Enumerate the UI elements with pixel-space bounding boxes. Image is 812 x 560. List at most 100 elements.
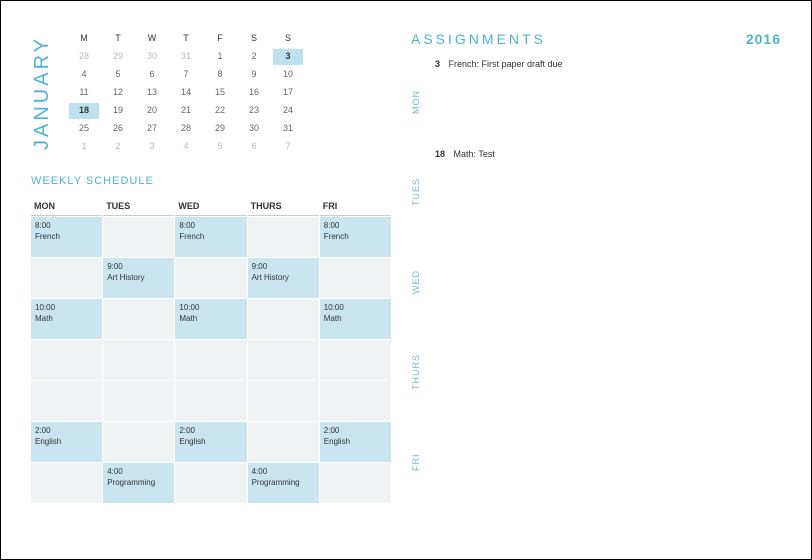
- assignments-year: 2016: [746, 31, 781, 47]
- schedule-cell: [248, 299, 319, 339]
- calendar-date-cell: 29: [103, 49, 133, 65]
- schedule-cell: 2:00English: [320, 422, 391, 462]
- calendar-date-cell: 31: [171, 49, 201, 65]
- schedule-cell: [103, 381, 174, 421]
- schedule-cell: [320, 258, 391, 298]
- calendar-date-cell: 23: [239, 103, 269, 119]
- planner-page: JANUARY MTWTFSS2829303112345678910111213…: [0, 0, 812, 560]
- calendar-date-cell: 27: [137, 121, 167, 137]
- schedule-day-header: TUES: [103, 197, 174, 216]
- right-column: ASSIGNMENTS 2016 MON3 French: First pape…: [411, 31, 781, 539]
- calendar-date-cell: 22: [205, 103, 235, 119]
- schedule-cell: 10:00Math: [320, 299, 391, 339]
- calendar-day-header: S: [273, 31, 303, 47]
- calendar-date-cell: 28: [171, 121, 201, 137]
- calendar-date-cell: 21: [171, 103, 201, 119]
- schedule-cell: [31, 258, 102, 298]
- schedule-cell: 9:00Art History: [248, 258, 319, 298]
- calendar-date-cell: 13: [137, 85, 167, 101]
- calendar-date-cell: 4: [171, 139, 201, 155]
- assignment-day-label: THURS: [411, 327, 429, 417]
- schedule-cell: [31, 463, 102, 503]
- calendar-date-cell: 15: [205, 85, 235, 101]
- schedule-cell: 2:00English: [175, 422, 246, 462]
- calendar-date-cell: 9: [239, 67, 269, 83]
- calendar-date-cell: 4: [69, 67, 99, 83]
- assignment-day-row: THURS: [411, 327, 781, 417]
- assignment-day-row: TUES18 Math: Test: [411, 147, 781, 237]
- assignments-header: ASSIGNMENTS 2016: [411, 31, 781, 47]
- schedule-cell: [320, 463, 391, 503]
- calendar-grid: MTWTFSS282930311234567891011121314151617…: [69, 31, 303, 155]
- schedule-cell: [248, 381, 319, 421]
- calendar-date-cell: 1: [69, 139, 99, 155]
- schedule-cell: [31, 381, 102, 421]
- schedule-cell: [248, 340, 319, 380]
- calendar-date-cell: 5: [205, 139, 235, 155]
- schedule-cell: [175, 381, 246, 421]
- schedule-cell: [320, 381, 391, 421]
- schedule-cell: [31, 340, 102, 380]
- calendar-date-cell: 3: [137, 139, 167, 155]
- assignments-title: ASSIGNMENTS: [411, 31, 546, 47]
- calendar-day-header: M: [69, 31, 99, 47]
- schedule-day-header: FRI: [320, 197, 391, 216]
- calendar-date-cell: 18: [69, 103, 99, 119]
- schedule-day-header: WED: [175, 197, 246, 216]
- calendar-date-cell: 3: [273, 49, 303, 65]
- calendar-date-cell: 14: [171, 85, 201, 101]
- assignment-day-row: MON3 French: First paper draft due: [411, 57, 781, 147]
- left-column: JANUARY MTWTFSS2829303112345678910111213…: [31, 31, 391, 539]
- calendar-date-cell: 30: [239, 121, 269, 137]
- calendar-date-cell: 6: [137, 67, 167, 83]
- schedule-cell: [248, 217, 319, 257]
- assignment-entry: 18 Math: Test: [435, 149, 495, 159]
- assignment-day-label: FRI: [411, 417, 429, 507]
- calendar-date-cell: 8: [205, 67, 235, 83]
- assignment-day-label: WED: [411, 237, 429, 327]
- schedule-cell: [103, 217, 174, 257]
- assignment-day-row: WED: [411, 237, 781, 327]
- schedule-cell: 8:00French: [320, 217, 391, 257]
- calendar-date-cell: 12: [103, 85, 133, 101]
- schedule-cell: 8:00French: [175, 217, 246, 257]
- calendar-date-cell: 26: [103, 121, 133, 137]
- calendar-date-cell: 5: [103, 67, 133, 83]
- schedule-cell: 9:00Art History: [103, 258, 174, 298]
- calendar-date-cell: 2: [103, 139, 133, 155]
- assignments-body: MON3 French: First paper draft dueTUES18…: [411, 57, 781, 507]
- schedule-cell: [320, 340, 391, 380]
- assignment-day-label: MON: [411, 57, 429, 147]
- calendar-date-cell: 25: [69, 121, 99, 137]
- calendar: JANUARY MTWTFSS2829303112345678910111213…: [31, 31, 391, 155]
- schedule-cell: 10:00Math: [31, 299, 102, 339]
- schedule-cell: 4:00Programming: [248, 463, 319, 503]
- calendar-day-header: T: [103, 31, 133, 47]
- calendar-date-cell: 30: [137, 49, 167, 65]
- calendar-date-cell: 11: [69, 85, 99, 101]
- schedule-cell: [175, 258, 246, 298]
- calendar-date-cell: 10: [273, 67, 303, 83]
- assignment-day-row: FRI: [411, 417, 781, 507]
- content-wrap: JANUARY MTWTFSS2829303112345678910111213…: [31, 31, 781, 539]
- calendar-day-header: W: [137, 31, 167, 47]
- weekly-schedule-grid: MONTUESWEDTHURSFRI8:00French8:00French8:…: [31, 197, 391, 503]
- calendar-date-cell: 19: [103, 103, 133, 119]
- schedule-cell: [175, 463, 246, 503]
- calendar-date-cell: 7: [273, 139, 303, 155]
- schedule-cell: [103, 299, 174, 339]
- calendar-date-cell: 29: [205, 121, 235, 137]
- calendar-date-cell: 20: [137, 103, 167, 119]
- calendar-date-cell: 17: [273, 85, 303, 101]
- calendar-day-header: S: [239, 31, 269, 47]
- calendar-date-cell: 31: [273, 121, 303, 137]
- schedule-cell: 8:00French: [31, 217, 102, 257]
- calendar-date-cell: 1: [205, 49, 235, 65]
- calendar-date-cell: 16: [239, 85, 269, 101]
- schedule-cell: [248, 422, 319, 462]
- calendar-day-header: F: [205, 31, 235, 47]
- schedule-cell: [103, 340, 174, 380]
- schedule-cell: 2:00English: [31, 422, 102, 462]
- calendar-date-cell: 24: [273, 103, 303, 119]
- schedule-cell: [175, 340, 246, 380]
